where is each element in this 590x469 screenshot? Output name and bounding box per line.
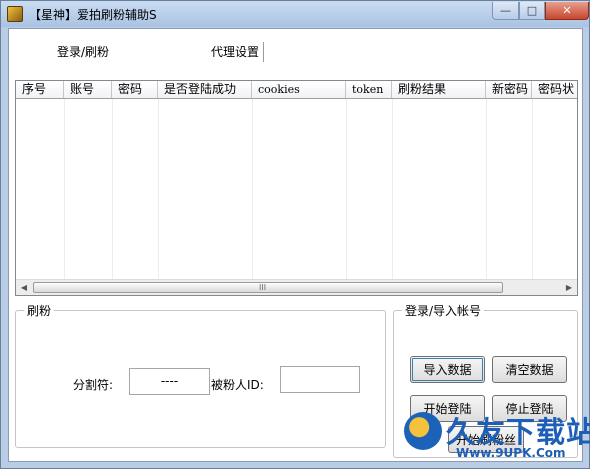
column-divider — [346, 99, 347, 279]
fans-group-title: 刷粉 — [24, 302, 55, 319]
watermark: 久友下载站 Www.9UPK.Com — [402, 409, 590, 465]
tab-proxy-settings[interactable]: 代理设置 — [207, 42, 265, 62]
column-header[interactable]: 密码 — [112, 81, 158, 98]
column-header[interactable]: 密码状 — [532, 81, 577, 98]
login-group-title: 登录/导入帐号 — [402, 302, 485, 319]
target-id-label: 被粉人ID: — [211, 378, 264, 392]
column-divider — [532, 99, 533, 279]
column-header[interactable]: token — [346, 81, 392, 98]
column-divider — [158, 99, 159, 279]
accounts-table[interactable]: 序号 账号 密码 是否登陆成功 cookies token 刷粉结果 新密码 密… — [15, 80, 578, 296]
scroll-left-icon[interactable]: ◀ — [16, 280, 32, 295]
column-divider — [112, 99, 113, 279]
client-area: 登录/刷粉 代理设置 序号 账号 密码 是否登陆成功 cookies token… — [8, 28, 583, 462]
tab-login-fans[interactable]: 登录/刷粉 — [57, 42, 109, 62]
scroll-thumb[interactable]: III — [33, 282, 503, 293]
minimize-button[interactable]: — — [492, 2, 519, 20]
clear-data-button[interactable]: 清空数据 — [492, 356, 567, 383]
watermark-url: Www.9UPK.Com — [456, 446, 566, 460]
table-body[interactable] — [16, 99, 577, 279]
column-header[interactable]: 序号 — [16, 81, 64, 98]
column-divider — [252, 99, 253, 279]
column-divider — [392, 99, 393, 279]
scroll-right-icon[interactable]: ▶ — [561, 280, 577, 295]
title-bar[interactable]: 【星神】爱拍刷粉辅助S — □ ✕ — [1, 1, 589, 27]
column-header[interactable]: 账号 — [64, 81, 112, 98]
column-header[interactable]: 刷粉结果 — [392, 81, 486, 98]
watermark-name: 久友下载站 — [446, 415, 590, 449]
close-button[interactable]: ✕ — [545, 2, 589, 20]
column-divider — [64, 99, 65, 279]
import-data-button[interactable]: 导入数据 — [410, 356, 485, 383]
column-header[interactable]: cookies — [252, 81, 346, 98]
table-header: 序号 账号 密码 是否登陆成功 cookies token 刷粉结果 新密码 密… — [16, 81, 577, 99]
app-icon — [7, 6, 23, 22]
app-window: 【星神】爱拍刷粉辅助S — □ ✕ 登录/刷粉 代理设置 序号 账号 密码 是否… — [0, 0, 590, 469]
fans-group: 刷粉 分割符: ---- 被粉人ID: — [15, 302, 386, 448]
separator-label: 分割符: — [73, 378, 114, 392]
column-divider — [486, 99, 487, 279]
window-title: 【星神】爱拍刷粉辅助S — [29, 8, 157, 22]
watermark-logo-icon — [404, 412, 442, 450]
horizontal-scrollbar[interactable]: ◀ III ▶ — [16, 279, 577, 295]
target-id-input[interactable] — [280, 366, 360, 393]
column-header[interactable]: 新密码 — [486, 81, 532, 98]
column-header[interactable]: 是否登陆成功 — [158, 81, 252, 98]
maximize-button[interactable]: □ — [519, 2, 545, 20]
grip-icon: III — [259, 283, 267, 292]
separator-input[interactable]: ---- — [129, 368, 210, 395]
